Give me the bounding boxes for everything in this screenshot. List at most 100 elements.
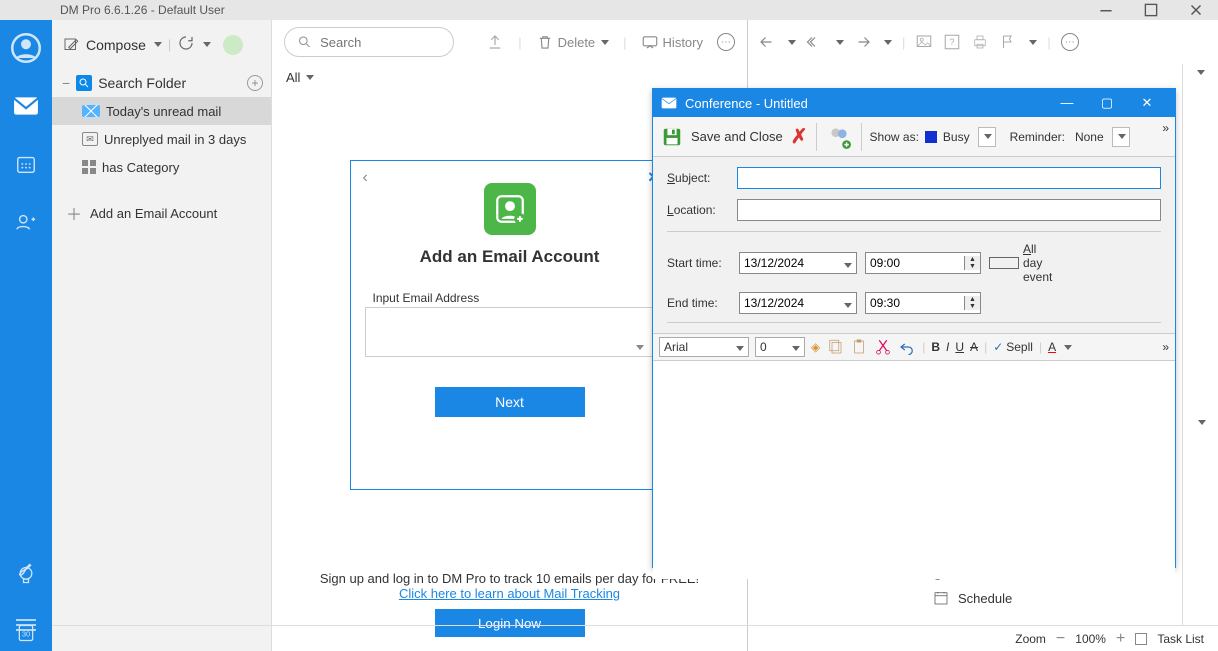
tag-icon[interactable]: ◈ — [811, 340, 820, 354]
collapse-handle[interactable]: − — [62, 75, 70, 91]
show-as-dropdown[interactable] — [978, 127, 996, 147]
settings-icon[interactable] — [0, 551, 52, 587]
conf-minimize[interactable]: — — [1047, 95, 1087, 111]
category-icon — [82, 160, 96, 174]
end-time-input[interactable]: ▲▼ — [865, 292, 981, 314]
sidebar-item-label: has Category — [102, 160, 179, 175]
sidebar-item-unreplied[interactable]: ✉ Unreplyed mail in 3 days — [52, 125, 271, 153]
flag-icon[interactable] — [999, 33, 1017, 51]
paste-icon[interactable] — [850, 338, 868, 356]
right-dock-toggle[interactable] — [1197, 70, 1205, 75]
tasklist-checkbox[interactable] — [1135, 633, 1147, 645]
mail-tracking-link[interactable]: Click here to learn about Mail Tracking — [399, 586, 620, 601]
end-date-field[interactable] — [740, 296, 820, 310]
location-input[interactable] — [737, 199, 1161, 221]
search-folder-label: Search Folder — [98, 75, 186, 91]
right-dock-caret[interactable] — [1198, 420, 1206, 425]
italic-button[interactable]: I — [946, 340, 949, 354]
filter-caret[interactable] — [306, 75, 314, 80]
spell-button[interactable]: ✓Sepll — [993, 340, 1033, 354]
help-icon[interactable]: ? — [943, 33, 961, 51]
delete-button[interactable]: Delete — [536, 33, 610, 51]
conference-titlebar[interactable]: Conference - Untitled — ▢ ✕ — [653, 89, 1175, 117]
email-input[interactable] — [365, 307, 655, 357]
email-input-caret[interactable] — [636, 345, 644, 350]
delete-caret[interactable] — [601, 40, 609, 45]
zoom-out-button[interactable]: − — [1056, 630, 1065, 648]
reply-icon[interactable] — [758, 33, 776, 51]
font-name-combo[interactable]: Arial — [659, 337, 749, 357]
underline-button[interactable]: U — [955, 340, 964, 354]
mail-nav-icon[interactable] — [0, 88, 52, 124]
mail-check-icon — [661, 96, 677, 110]
font-color-button[interactable]: A — [1048, 340, 1056, 354]
undo-icon[interactable] — [898, 338, 916, 356]
subject-input[interactable] — [737, 167, 1161, 189]
next-button[interactable]: Next — [435, 387, 585, 417]
show-as-label: Show as: — [870, 130, 919, 144]
editor-body[interactable] — [653, 361, 1175, 579]
conf-maximize[interactable]: ▢ — [1087, 95, 1127, 111]
save-close-button[interactable]: Save and Close — [691, 129, 783, 144]
compose-button[interactable]: Compose — [62, 36, 162, 54]
end-time-field[interactable] — [866, 296, 946, 310]
start-time-input[interactable]: ▲▼ — [865, 252, 981, 274]
end-date-input[interactable] — [739, 292, 857, 314]
right-more-button[interactable]: ⋯ — [1061, 33, 1079, 51]
contacts-nav-icon[interactable] — [0, 204, 52, 240]
font-size-combo[interactable]: 0 — [755, 337, 805, 357]
add-search-folder-button[interactable]: + — [247, 75, 263, 91]
plus-icon: ＋ — [66, 201, 82, 225]
conf-close[interactable]: ✕ — [1127, 95, 1167, 111]
more-button[interactable]: ⋯ — [717, 33, 735, 51]
reply-all-icon[interactable] — [806, 33, 824, 51]
menu-icon[interactable] — [0, 607, 52, 643]
search-folder-node[interactable]: − Search Folder + — [52, 69, 271, 97]
compose-dropdown-caret[interactable] — [154, 42, 162, 47]
delete-event-button[interactable]: ✗ — [791, 124, 808, 149]
zoom-in-button[interactable]: + — [1116, 630, 1125, 648]
sidebar-item-label: Today's unread mail — [106, 104, 221, 119]
print-icon[interactable] — [971, 33, 989, 51]
calendar-nav-icon[interactable] — [0, 146, 52, 182]
refresh-dropdown-caret[interactable] — [203, 42, 211, 47]
refresh-button[interactable] — [177, 34, 195, 55]
filter-all[interactable]: All — [272, 64, 747, 91]
all-day-checkbox[interactable]: All day event — [989, 242, 1053, 284]
picture-icon[interactable] — [915, 33, 933, 51]
start-date-field[interactable] — [740, 256, 820, 270]
right-schedule-item[interactable]: Schedule — [932, 585, 1218, 611]
forward-icon[interactable] — [854, 33, 872, 51]
search-box[interactable] — [284, 27, 454, 57]
add-account-dialog: ‹ × Add an Email Account Input Email Add… — [350, 160, 670, 490]
sidebar-item-has-category[interactable]: has Category — [52, 153, 271, 181]
upload-button[interactable] — [486, 33, 504, 51]
cut-icon[interactable] — [874, 338, 892, 356]
search-input[interactable] — [320, 35, 441, 50]
window-minimize[interactable] — [1083, 0, 1128, 20]
strike-button[interactable]: A — [970, 340, 978, 354]
tasklist-label: Task List — [1157, 632, 1204, 646]
right-schedule-label: Schedule — [958, 591, 1012, 606]
profile-icon[interactable] — [0, 30, 52, 66]
history-button[interactable]: History — [641, 33, 703, 51]
toolbar-overflow[interactable]: » — [1162, 121, 1169, 135]
editor-overflow[interactable]: » — [1162, 340, 1169, 354]
add-account-link[interactable]: ＋ Add an Email Account — [52, 187, 271, 225]
delete-label: Delete — [558, 35, 596, 50]
start-date-input[interactable] — [739, 252, 857, 274]
invite-attendees-icon[interactable] — [825, 124, 853, 150]
busy-color-icon — [925, 131, 937, 143]
start-time-field[interactable] — [866, 256, 946, 270]
status-bar: Zoom − 100% + Task List — [52, 625, 1218, 651]
editor-toolbar: Arial 0 ◈ | B I U A | ✓Sepll | A » — [653, 333, 1175, 361]
search-icon — [76, 75, 92, 91]
copy-icon[interactable] — [826, 338, 844, 356]
sidebar-item-today-unread[interactable]: Today's unread mail — [52, 97, 271, 125]
window-maximize[interactable] — [1128, 0, 1173, 20]
mail-rect-icon: ✉ — [82, 132, 98, 146]
bold-button[interactable]: B — [931, 340, 940, 354]
window-close[interactable] — [1173, 0, 1218, 20]
dialog-back-button[interactable]: ‹ — [363, 169, 368, 187]
reminder-dropdown[interactable] — [1112, 127, 1130, 147]
